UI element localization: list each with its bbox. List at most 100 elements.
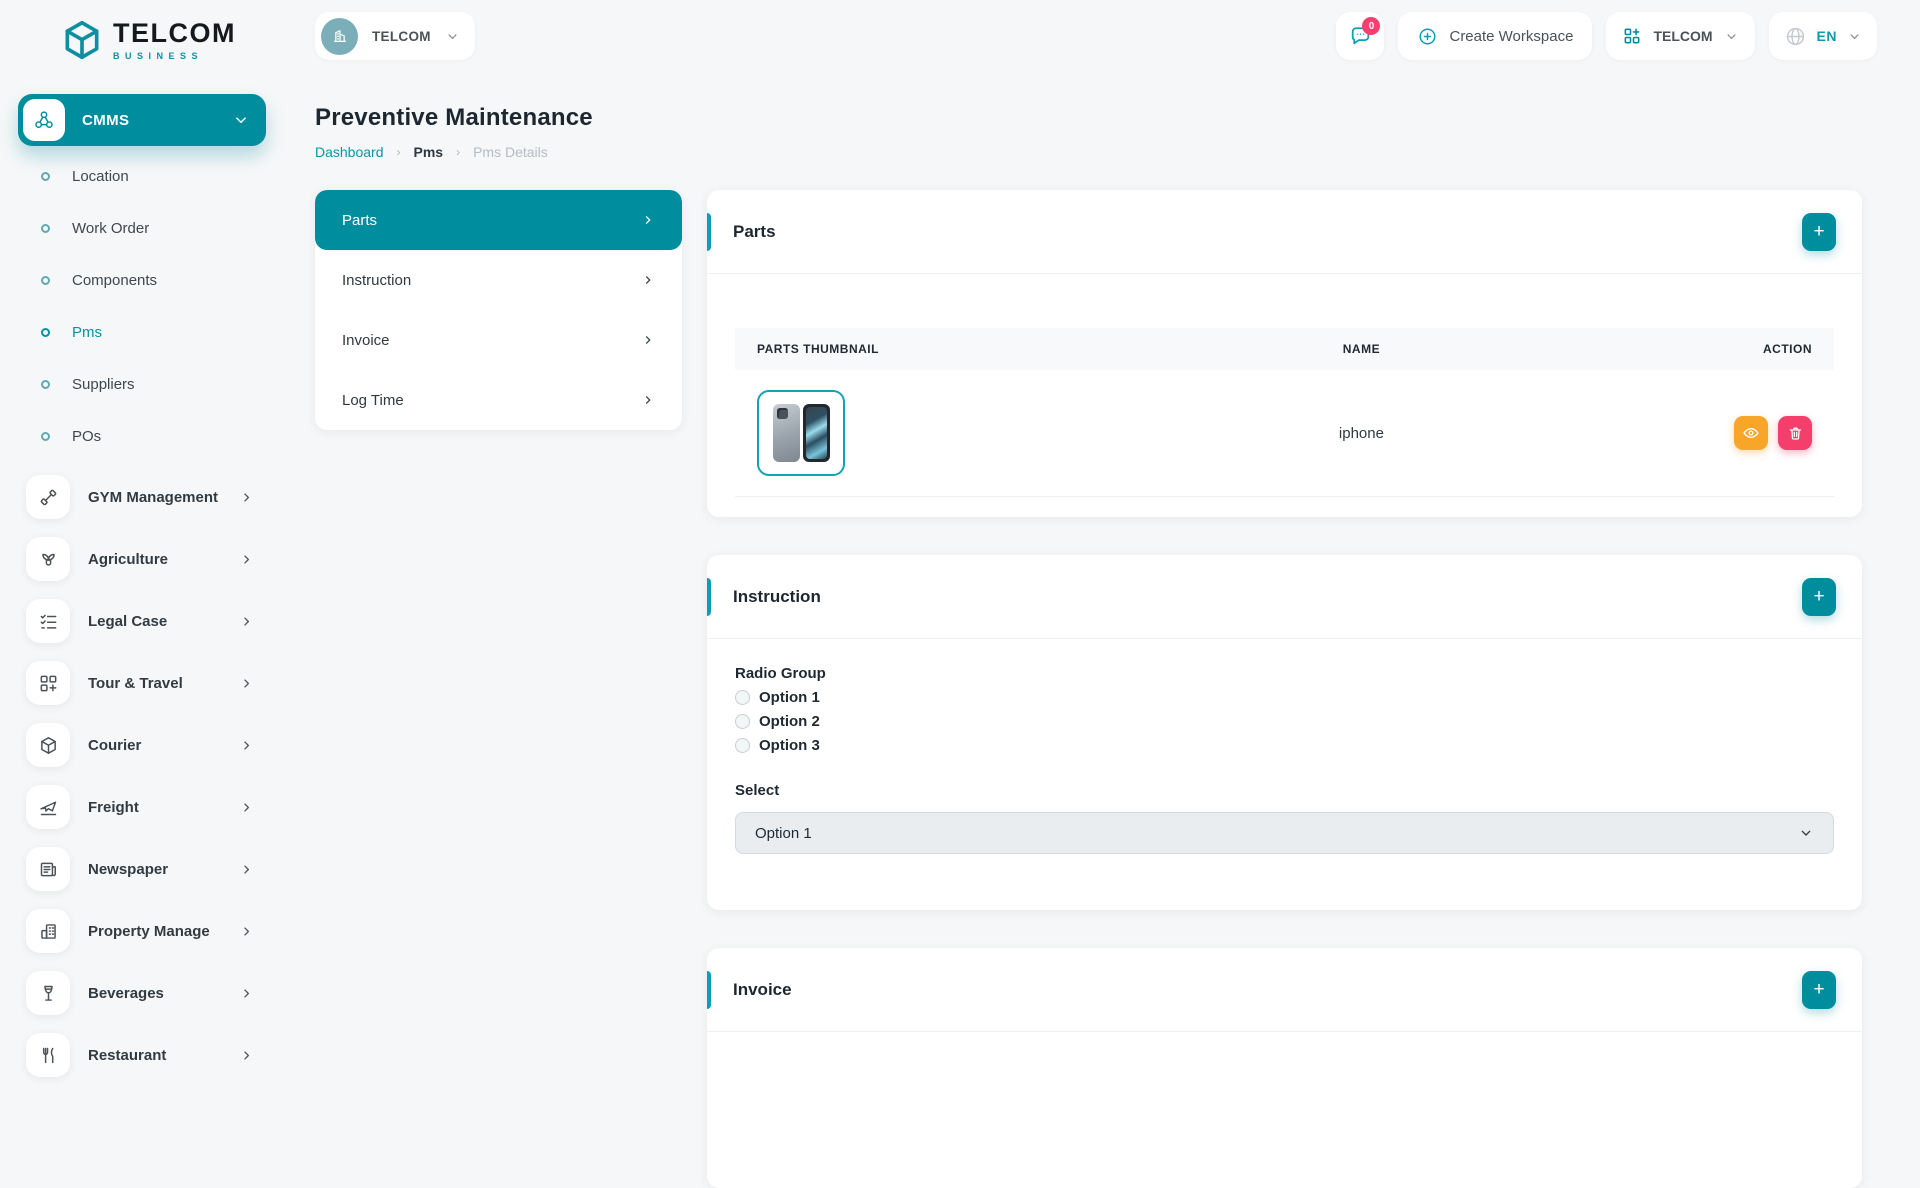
chevron-right-icon	[641, 213, 655, 227]
language-selector[interactable]: EN	[1769, 12, 1877, 60]
sidebar-item-cmms[interactable]: CMMS	[18, 94, 266, 146]
bullet-icon	[41, 172, 50, 181]
cmms-submenu: Location Work Order Components Pms Suppl…	[0, 150, 284, 462]
part-thumbnail[interactable]	[757, 390, 845, 476]
breadcrumb: Dashboard › Pms › Pms Details	[315, 144, 1862, 160]
breadcrumb-pms-details: Pms Details	[473, 144, 548, 160]
iphone-front-image	[803, 404, 830, 462]
cube-logo-icon	[60, 18, 104, 62]
globe-icon	[1784, 25, 1807, 48]
plant-icon	[26, 537, 70, 581]
chevron-right-icon	[641, 333, 655, 347]
chevron-down-icon	[1847, 29, 1862, 44]
chevron-down-icon	[445, 29, 460, 44]
radio-option-1[interactable]: Option 1	[735, 689, 1834, 706]
radio-icon[interactable]	[735, 738, 750, 753]
add-part-button[interactable]: +	[1802, 213, 1836, 251]
building-icon	[321, 18, 358, 55]
sidebar-item-courier[interactable]: Courier	[0, 714, 284, 776]
radio-option-3[interactable]: Option 3	[735, 737, 1834, 754]
sidebar-item-beverages[interactable]: Beverages	[0, 962, 284, 1024]
bullet-icon	[41, 276, 50, 285]
tab-instruction[interactable]: Instruction	[315, 250, 682, 310]
bullet-icon	[41, 224, 50, 233]
select-input[interactable]: Option 1	[735, 812, 1834, 854]
card-accent-bar	[707, 578, 711, 616]
plus-circle-icon	[1417, 26, 1438, 47]
workspace-grid-icon	[1622, 26, 1642, 46]
sidebar: TELCOM BUSINESS CMMS Location Work Order…	[0, 0, 284, 1080]
sidebar-item-freight[interactable]: Freight	[0, 776, 284, 838]
sidebar-item-pms[interactable]: Pms	[0, 306, 284, 358]
iphone-back-image	[773, 404, 800, 462]
buildings-icon	[26, 909, 70, 953]
breadcrumb-pms[interactable]: Pms	[414, 144, 444, 160]
add-instruction-button[interactable]: +	[1802, 578, 1836, 616]
tab-invoice[interactable]: Invoice	[315, 310, 682, 370]
share-nodes-icon	[23, 99, 65, 141]
bullet-icon	[41, 380, 50, 389]
chevron-down-icon	[232, 111, 250, 129]
radio-icon[interactable]	[735, 690, 750, 705]
card-accent-bar	[707, 971, 711, 1009]
sidebar-item-tour-travel[interactable]: Tour & Travel	[0, 652, 284, 714]
parts-card: Parts + PARTS THUMBNAIL NAME ACTION	[707, 190, 1862, 517]
instruction-card-title: Instruction	[733, 587, 821, 607]
sidebar-item-gym-management[interactable]: GYM Management	[0, 466, 284, 528]
sidebar-item-property-manage[interactable]: Property Manage	[0, 900, 284, 962]
sidebar-item-agriculture[interactable]: Agriculture	[0, 528, 284, 590]
tab-log-time[interactable]: Log Time	[315, 370, 682, 430]
box-icon	[26, 723, 70, 767]
column-header-name: NAME	[1109, 328, 1615, 370]
chevron-right-icon	[239, 924, 254, 939]
module-list: GYM Management Agriculture	[0, 466, 284, 1086]
brand-name: TELCOM	[113, 20, 236, 47]
brand-logo[interactable]: TELCOM BUSINESS	[60, 18, 236, 62]
chevron-separator-icon: ›	[456, 145, 460, 159]
invoice-card-title: Invoice	[733, 980, 792, 1000]
sidebar-item-newspaper[interactable]: Newspaper	[0, 838, 284, 900]
radio-icon[interactable]	[735, 714, 750, 729]
chevron-right-icon	[239, 862, 254, 877]
card-accent-bar	[707, 213, 711, 251]
sidebar-item-location[interactable]: Location	[0, 150, 284, 202]
org-selector[interactable]: TELCOM	[1606, 12, 1754, 60]
chevron-right-icon	[239, 614, 254, 629]
sidebar-item-suppliers[interactable]: Suppliers	[0, 358, 284, 410]
delete-part-button[interactable]	[1778, 416, 1812, 450]
chevron-right-icon	[641, 393, 655, 407]
sidebar-item-work-order[interactable]: Work Order	[0, 202, 284, 254]
workspace-selector[interactable]: TELCOM	[315, 12, 475, 60]
invoice-card: Invoice +	[707, 948, 1862, 1188]
column-header-action: ACTION	[1614, 328, 1834, 370]
chevron-down-icon	[1798, 825, 1814, 841]
sidebar-item-label: CMMS	[82, 112, 232, 129]
sidebar-item-legal-case[interactable]: Legal Case	[0, 590, 284, 652]
chevron-right-icon	[239, 738, 254, 753]
view-part-button[interactable]	[1734, 416, 1768, 450]
trash-icon	[1787, 425, 1804, 442]
dumbbell-icon	[26, 475, 70, 519]
radio-option-2[interactable]: Option 2	[735, 713, 1834, 730]
sidebar-item-restaurant[interactable]: Restaurant	[0, 1024, 284, 1086]
topbar: TELCOM 0 Create Workspace	[284, 0, 1920, 76]
main-content: Preventive Maintenance Dashboard › Pms ›…	[315, 104, 1862, 1188]
sidebar-item-components[interactable]: Components	[0, 254, 284, 306]
chevron-right-icon	[641, 273, 655, 287]
eye-icon	[1742, 424, 1760, 442]
add-invoice-button[interactable]: +	[1802, 971, 1836, 1009]
chat-button[interactable]: 0	[1336, 12, 1384, 60]
sidebar-item-pos[interactable]: POs	[0, 410, 284, 462]
grid-plus-icon	[26, 661, 70, 705]
page-title: Preventive Maintenance	[315, 104, 1862, 132]
tab-parts[interactable]: Parts	[315, 190, 682, 250]
chevron-right-icon	[239, 676, 254, 691]
create-workspace-button[interactable]: Create Workspace	[1398, 12, 1592, 60]
chat-badge: 0	[1362, 17, 1380, 35]
chevron-right-icon	[239, 800, 254, 815]
column-header-thumbnail: PARTS THUMBNAIL	[735, 328, 1109, 370]
utensils-icon	[26, 1033, 70, 1077]
parts-table: PARTS THUMBNAIL NAME ACTION	[735, 328, 1834, 497]
breadcrumb-dashboard[interactable]: Dashboard	[315, 144, 384, 160]
plane-icon	[26, 785, 70, 829]
